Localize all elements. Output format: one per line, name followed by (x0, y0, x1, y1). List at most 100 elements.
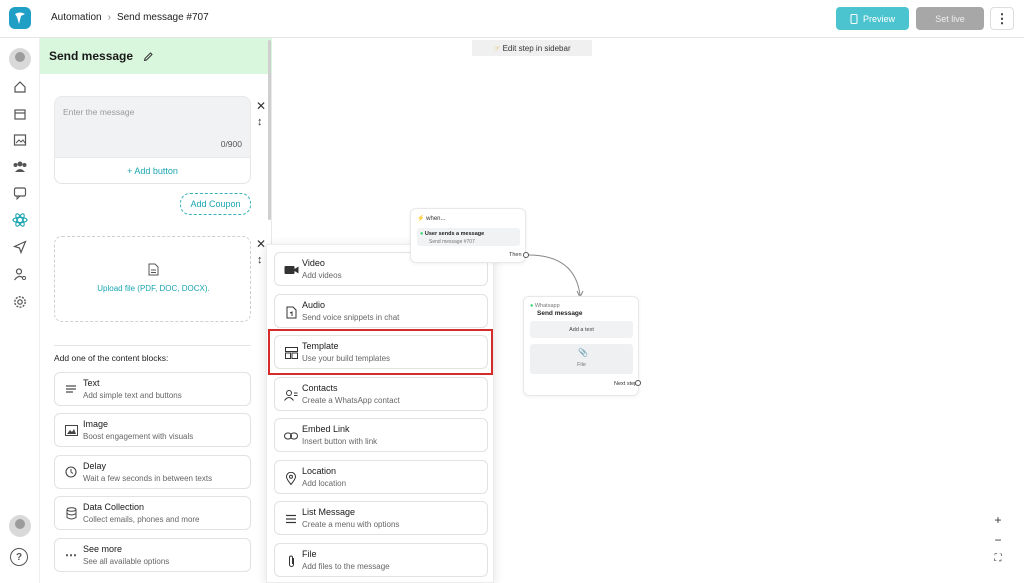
dropdown-item-subtitle: Add files to the message (302, 562, 390, 571)
vertical-dots-icon: ⋮ (995, 10, 1009, 26)
breadcrumb-current: Send message #707 (116, 12, 209, 23)
chat-icon[interactable] (11, 184, 29, 202)
zoom-out-icon[interactable]: − (994, 533, 1001, 547)
store-icon[interactable] (11, 105, 29, 123)
content-block-delay[interactable]: Delay Wait a few seconds in between text… (54, 455, 251, 489)
content-block-subtitle: Add simple text and buttons (83, 391, 182, 400)
dropdown-item-title: Video (302, 258, 325, 268)
char-counter: 0/900 (220, 139, 242, 149)
breadcrumb-root[interactable]: Automation (51, 12, 102, 23)
help-icon[interactable]: ? (10, 548, 28, 566)
add-coupon-button[interactable]: Add Coupon (180, 193, 251, 215)
breadcrumb: Automation › Send message #707 (51, 12, 209, 23)
zoom-controls: + − ⛶ (990, 513, 1006, 564)
user-avatar[interactable] (9, 48, 31, 70)
then-connector-handle[interactable] (523, 252, 529, 258)
paperclip-icon: 📎 (578, 348, 588, 357)
home-icon[interactable] (11, 78, 29, 96)
content-block-subtitle: See all available options (83, 557, 170, 566)
content-block-image[interactable]: Image Boost engagement with visuals (54, 413, 251, 447)
content-block-subtitle: Collect emails, phones and more (83, 515, 200, 524)
panel-title: Send message (49, 49, 134, 63)
list-icon (283, 511, 299, 527)
automation-icon[interactable] (11, 211, 29, 229)
file-slot[interactable]: 📎 File (530, 344, 633, 374)
trigger-header: ⚡ when... (417, 215, 446, 222)
next-step-handle[interactable] (635, 380, 641, 386)
hand-pointer-icon: ☞ (493, 43, 501, 53)
content-block-title: Delay (83, 461, 107, 471)
account-avatar[interactable] (9, 515, 31, 537)
panel-scrollbar[interactable] (268, 40, 271, 220)
action-channel: ● Whatsapp (530, 303, 560, 309)
fit-view-icon[interactable]: ⛶ (995, 553, 1002, 564)
add-button-link[interactable]: + Add button (54, 158, 251, 184)
top-bar: Automation › Send message #707 Preview S… (0, 0, 1024, 38)
audio-file-icon (283, 304, 299, 320)
trigger-node[interactable]: ⚡ when... ● User sends a message Send me… (410, 208, 526, 263)
logo-icon[interactable] (8, 6, 32, 30)
gear-icon[interactable] (11, 293, 29, 311)
gallery-icon[interactable] (11, 131, 29, 149)
text-lines-icon (64, 382, 78, 396)
chevron-right-icon: › (107, 12, 111, 23)
dropdown-item-contacts[interactable]: Contacts Create a WhatsApp contact (274, 377, 488, 411)
edit-hint-label: Edit step in sidebar (502, 43, 571, 53)
audience-icon[interactable] (11, 157, 29, 175)
set-live-label: Set live (935, 13, 965, 24)
file-slot-label: File (577, 362, 586, 368)
dropdown-item-audio[interactable]: Audio Send voice snippets in chat (274, 294, 488, 328)
dropdown-item-subtitle: Add videos (302, 271, 342, 280)
content-block-title: See more (83, 544, 123, 554)
more-options-button[interactable]: ⋮ (990, 7, 1014, 30)
content-type-dropdown: Video Add videos Audio Send voice snippe… (266, 244, 494, 583)
content-blocks-heading: Add one of the content blocks: (54, 353, 169, 363)
channel-label: Whatsapp (534, 303, 560, 309)
content-block-see-more[interactable]: ⋯ See more See all available options (54, 538, 251, 572)
then-label: Then (509, 252, 522, 258)
file-upload-zone[interactable]: Upload file (PDF, DOC, DOCX). (54, 236, 251, 322)
reorder-icon[interactable]: ↕ (257, 254, 263, 266)
preview-button[interactable]: Preview (836, 7, 909, 30)
content-block-subtitle: Wait a few seconds in between texts (83, 474, 213, 483)
trigger-card: ● User sends a message Send message #707 (417, 228, 520, 246)
dropdown-item-title: Embed Link (302, 424, 350, 434)
dropdown-item-title: Audio (302, 300, 326, 310)
user-settings-icon[interactable] (11, 265, 29, 283)
pencil-icon[interactable] (143, 51, 154, 62)
clock-icon (64, 465, 78, 479)
content-block-data-collection[interactable]: Data Collection Collect emails, phones a… (54, 496, 251, 530)
message-textarea[interactable]: Enter the message 0/900 (54, 96, 251, 158)
dropdown-item-file[interactable]: File Add files to the message (274, 543, 488, 577)
send-icon[interactable] (11, 238, 29, 256)
dropdown-item-embed-link[interactable]: Embed Link Insert button with link (274, 418, 488, 452)
content-block-subtitle: Boost engagement with visuals (83, 432, 194, 441)
close-icon[interactable]: ✕ (256, 99, 266, 113)
preview-label: Preview (862, 13, 895, 24)
content-block-title: Data Collection (83, 502, 145, 512)
set-live-button[interactable]: Set live (916, 7, 984, 30)
dropdown-item-location[interactable]: Location Add location (274, 460, 488, 494)
add-text-slot[interactable]: Add a text (530, 321, 633, 338)
close-icon[interactable]: ✕ (256, 237, 266, 251)
action-node[interactable]: ● Whatsapp Send message Add a text 📎 Fil… (523, 296, 639, 396)
trigger-card-sub: Send message #707 (429, 239, 475, 245)
contacts-icon (283, 387, 299, 403)
dropdown-item-list-message[interactable]: List Message Create a menu with options (274, 501, 488, 535)
link-icon (283, 428, 299, 444)
content-block-title: Image (83, 419, 109, 429)
location-pin-icon (283, 470, 299, 486)
trigger-card-title: ● User sends a message (420, 231, 484, 237)
dropdown-item-subtitle: Create a WhatsApp contact (302, 396, 400, 405)
whatsapp-icon: ● (420, 231, 424, 237)
trigger-header-label: when... (426, 216, 446, 222)
dropdown-item-subtitle: Add location (302, 479, 347, 488)
dropdown-item-title: List Message (302, 507, 356, 517)
zoom-in-icon[interactable]: + (994, 513, 1001, 527)
content-block-text[interactable]: Text Add simple text and buttons (54, 372, 251, 406)
reorder-icon[interactable]: ↕ (257, 116, 263, 128)
phone-icon (850, 13, 858, 24)
dropdown-item-subtitle: Insert button with link (302, 437, 378, 446)
image-icon (64, 423, 78, 437)
left-nav-rail: ? (0, 38, 40, 583)
